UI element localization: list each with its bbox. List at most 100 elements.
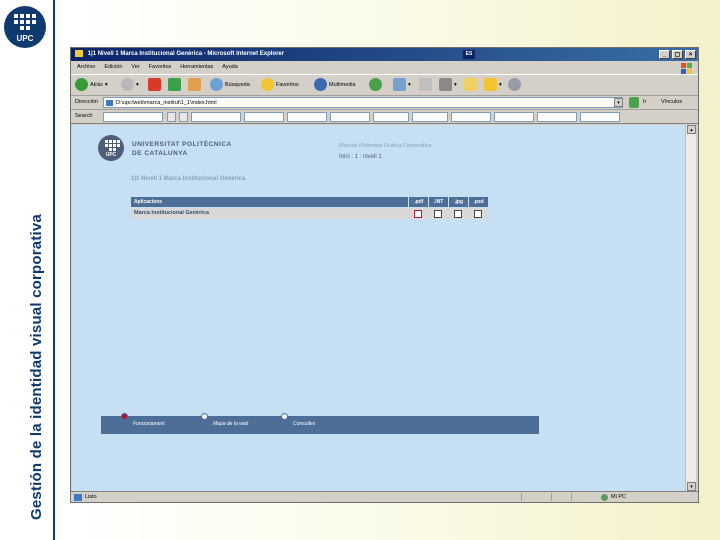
minimize-button[interactable]: _: [659, 50, 670, 59]
scroll-up-button[interactable]: ▴: [687, 125, 696, 134]
nav-mapa-web[interactable]: Mapa de la web: [213, 421, 248, 427]
research-button[interactable]: [508, 78, 521, 91]
search-shortcut-button[interactable]: [373, 112, 409, 122]
home-button[interactable]: [188, 78, 201, 91]
search-go-button[interactable]: [167, 112, 176, 122]
scroll-down-button[interactable]: ▾: [687, 482, 696, 491]
upc-page-logo-text: UPC: [105, 152, 117, 158]
search-shortcut-button[interactable]: [494, 112, 534, 122]
nav-funcionament[interactable]: Funcionament: [133, 421, 165, 427]
security-zone-label: Mi PC: [611, 494, 626, 500]
edit-icon: [439, 78, 452, 91]
favorites-label: Favoritos: [276, 81, 299, 88]
nav-dot-icon: [121, 413, 128, 420]
search-bar-label: Search: [75, 113, 93, 119]
search-shortcut-button[interactable]: [451, 112, 491, 122]
page-viewport: UPC UNIVERSITAT POLITÈCNICA DE CATALUNYA…: [72, 125, 686, 491]
chevron-down-icon: ▾: [408, 81, 411, 88]
applications-header: Aplicacions: [134, 199, 163, 205]
page-title: 1|1 Nivell 1 Marca Institucional Genèric…: [131, 176, 246, 182]
menu-ver[interactable]: Ver: [131, 61, 139, 73]
refresh-icon: [168, 78, 181, 91]
window-titlebar[interactable]: 1|1 Nivell 1 Marca Institucional Genèric…: [71, 48, 698, 61]
status-bar: Listo Mi PC: [71, 491, 698, 502]
maximize-button[interactable]: ▢: [672, 50, 683, 59]
mail-button[interactable]: ▾: [393, 78, 411, 91]
nav-consultes[interactable]: Consultes: [293, 421, 315, 427]
pdf-download[interactable]: [408, 208, 428, 219]
search-bar-buttons: [167, 112, 620, 122]
search-shortcut-button[interactable]: [191, 112, 241, 122]
search-options-button[interactable]: [179, 112, 188, 122]
format-header-jpg: .jpg: [448, 197, 468, 207]
edit-button[interactable]: ▾: [439, 78, 457, 91]
search-input[interactable]: [103, 112, 163, 122]
int-download[interactable]: [428, 208, 448, 219]
links-label[interactable]: Vínculos: [661, 99, 682, 105]
menu-archivo[interactable]: Archivo: [77, 61, 95, 73]
vertical-scrollbar[interactable]: ▴ ▾: [685, 125, 696, 491]
go-label[interactable]: Ir: [643, 99, 646, 105]
back-arrow-icon: [75, 78, 88, 91]
menu-herramientas[interactable]: Herramientas: [180, 61, 213, 73]
discuss-button[interactable]: [464, 78, 477, 91]
stop-icon: [148, 78, 161, 91]
jpg-file-icon: [454, 209, 463, 218]
applications-table: Aplicacions .pdf .INT .jpg .psd Marca In…: [131, 197, 488, 219]
search-label: Búsqueda: [225, 81, 250, 88]
search-shortcut-button[interactable]: [330, 112, 370, 122]
history-button[interactable]: [369, 78, 382, 91]
language-flag-icon: ES: [463, 50, 475, 59]
status-divider: [551, 493, 552, 501]
status-divider: [521, 493, 522, 501]
window-title: 1|1 Nivell 1 Marca Institucional Genèric…: [87, 51, 285, 57]
search-shortcut-button[interactable]: [412, 112, 448, 122]
address-dropdown-button[interactable]: ▾: [614, 98, 623, 107]
close-button[interactable]: ×: [685, 50, 696, 59]
address-input[interactable]: D:\upc\web\marca_institut\1_1\index.html: [103, 97, 623, 108]
breadcrumb[interactable]: Inici : 1 : nivell 1: [339, 154, 382, 160]
status-divider: [571, 493, 572, 501]
multimedia-label: Multimedia: [329, 81, 356, 88]
address-bar: Dirección D:\upc\web\marca_institut\1_1\…: [71, 96, 698, 110]
int-file-icon: [434, 209, 443, 218]
search-shortcut-button[interactable]: [244, 112, 284, 122]
search-shortcut-button[interactable]: [287, 112, 327, 122]
pdf-file-icon: [414, 209, 423, 218]
forward-arrow-icon: [121, 78, 134, 91]
jpg-download[interactable]: [448, 208, 468, 219]
refresh-button[interactable]: [168, 78, 181, 91]
back-button[interactable]: Atrás ▾: [75, 78, 108, 91]
stop-button[interactable]: [148, 78, 161, 91]
chevron-down-icon: ▾: [104, 81, 108, 88]
upc-logo-text: UPC: [16, 34, 34, 43]
psd-download[interactable]: [468, 208, 488, 219]
nav-dot-icon: [201, 413, 208, 420]
menu-bar: Archivo Edición Ver Favoritos Herramient…: [71, 61, 698, 73]
search-button[interactable]: Búsqueda: [210, 78, 250, 91]
messenger-button[interactable]: ▾: [484, 78, 502, 91]
menu-edicion[interactable]: Edición: [104, 61, 122, 73]
go-arrow-icon[interactable]: [629, 97, 639, 108]
home-icon: [188, 78, 201, 91]
history-icon: [369, 78, 382, 91]
favorites-button[interactable]: Favoritos: [261, 78, 299, 91]
menu-ayuda[interactable]: Ayuda: [222, 61, 238, 73]
search-shortcut-button[interactable]: [580, 112, 620, 122]
upc-logo: UPC: [4, 6, 46, 48]
multimedia-button[interactable]: Multimedia: [314, 78, 356, 91]
chevron-down-icon: ▾: [499, 81, 502, 88]
chevron-down-icon: ▾: [454, 81, 457, 88]
search-shortcut-button[interactable]: [537, 112, 577, 122]
menu-favoritos[interactable]: Favoritos: [149, 61, 172, 73]
chevron-down-icon: ▾: [136, 81, 139, 88]
university-name: UNIVERSITAT POLITÈCNICA DE CATALUNYA: [132, 140, 232, 158]
psd-file-icon: [474, 209, 482, 218]
format-header-int: .INT: [428, 197, 448, 207]
multimedia-icon: [314, 78, 327, 91]
status-text: Listo: [85, 494, 97, 500]
forward-button[interactable]: ▾: [121, 78, 139, 91]
print-button[interactable]: [419, 78, 432, 91]
application-name: Marca Institucional Genèrica: [134, 210, 209, 216]
standard-toolbar: Atrás ▾ ▾ Búsqueda Favoritos Multimedia …: [71, 74, 698, 96]
